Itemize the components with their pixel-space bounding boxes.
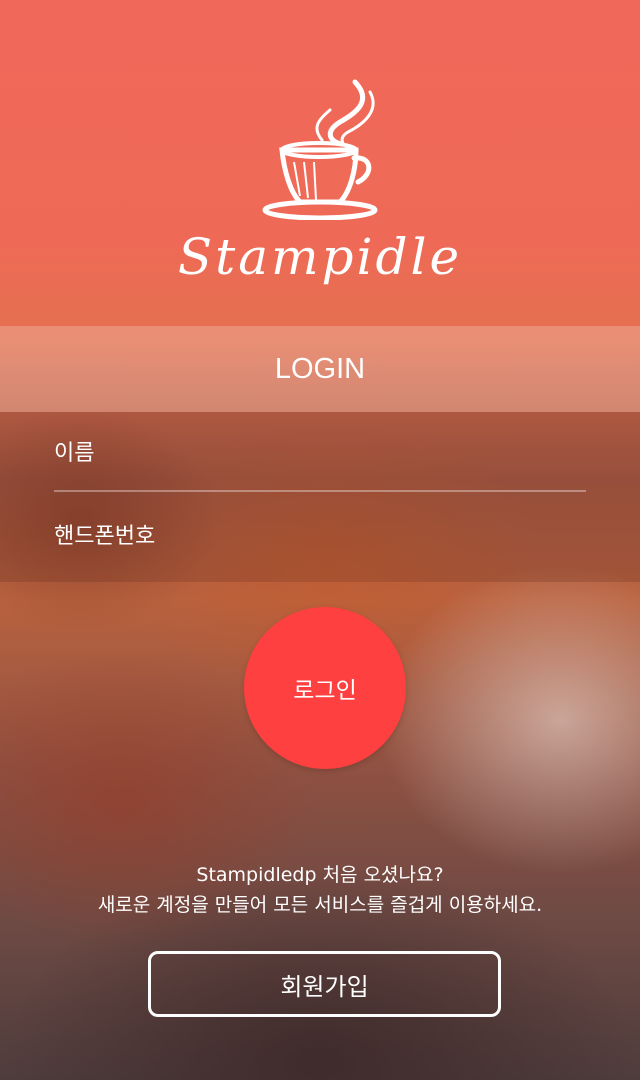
coffee-cup-icon [262,79,378,220]
signup-message: Stampidledp 처음 오셨나요? 새로운 계정을 만들어 모든 서비스를… [0,860,640,920]
signup-button[interactable]: 회원가입 [148,951,501,1017]
signup-message-line1: Stampidledp 처음 오셨나요? [196,864,444,886]
brand-name: Stampidle [177,228,463,286]
signup-message-line2: 새로운 계정을 만들어 모든 서비스를 즐겁게 이용하세요. [97,894,543,916]
app-logo: Stampidle [0,60,640,300]
login-button[interactable]: 로그인 [244,607,406,769]
name-field[interactable]: 이름 [54,412,586,492]
login-form: 이름 핸드폰번호 [0,412,640,582]
phone-field[interactable]: 핸드폰번호 [54,494,586,574]
login-header: LOGIN [0,326,640,412]
